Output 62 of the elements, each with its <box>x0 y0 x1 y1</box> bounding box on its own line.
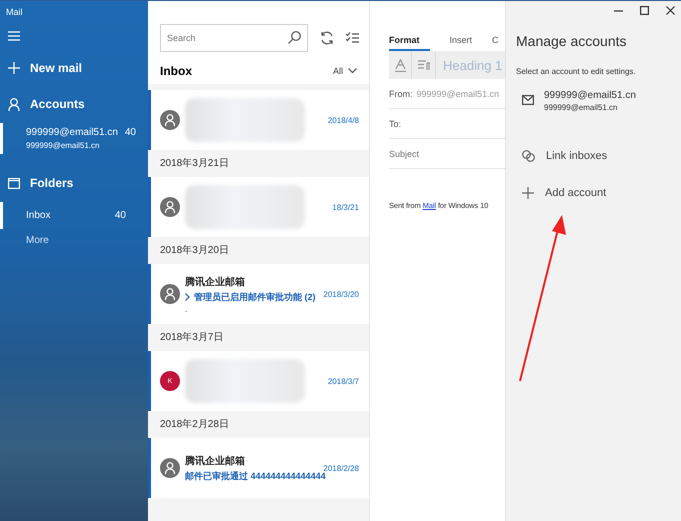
unread-count: 40 <box>124 127 136 140</box>
account-entry[interactable]: 999999@email51.cn 999999@email51.cn <box>516 90 681 112</box>
message-date: 2018/4/8 <box>326 116 359 124</box>
message-date: 2018/2/28 <box>322 464 359 472</box>
account-name: 999999@email51.cn <box>26 127 118 138</box>
search-field[interactable]: Search <box>160 24 308 52</box>
date-header: 2018年2月28日 <box>159 418 230 432</box>
date-header: 2018年3月7日 <box>159 331 224 345</box>
date-header: 2018年3月21日 <box>159 157 230 171</box>
section-heading: Accounts <box>30 97 85 111</box>
linked-circles-icon <box>522 150 535 162</box>
sender-name: 腾讯企业邮箱 <box>185 276 246 288</box>
letter-a-icon <box>394 58 406 72</box>
add-account-button[interactable]: Add account <box>522 187 606 199</box>
select-list-icon[interactable] <box>346 32 359 44</box>
panel-hint: Select an account to edit settings. <box>516 67 637 76</box>
folder-icon <box>8 178 20 188</box>
search-icon <box>288 31 301 44</box>
menu-icon[interactable] <box>8 31 20 41</box>
account-email: 999999@email51.cn <box>544 103 619 112</box>
message-subject: 邮件已审批通过 444444444444444 <box>185 470 326 482</box>
filter-dropdown[interactable]: All <box>332 66 357 76</box>
message-item[interactable]: 腾讯企业邮箱 管理员已启用邮件审批功能 (2) . 2018/3/20 <box>148 264 369 324</box>
plus-icon <box>522 187 534 199</box>
sync-icon[interactable] <box>320 31 334 45</box>
plus-icon <box>8 62 20 74</box>
person-icon <box>165 462 175 474</box>
link-inboxes-button[interactable]: Link inboxes <box>522 150 608 162</box>
message-subject: 管理员已启用邮件审批功能 (2) <box>194 290 316 304</box>
message-date: 18/3/21 <box>331 202 359 212</box>
to-label: To: <box>389 118 402 128</box>
message-item[interactable]: 18/3/21 <box>148 177 369 237</box>
new-mail-button[interactable]: New mail <box>0 61 148 75</box>
ribbon-tab[interactable]: C <box>492 35 499 51</box>
account-email: 999999@email51.cn <box>26 141 101 150</box>
envelope-icon <box>522 95 534 105</box>
ribbon-tab[interactable]: Insert <box>450 35 472 51</box>
chevron-down-icon <box>348 68 357 74</box>
date-header: 2018年3月20日 <box>159 244 230 258</box>
folder-name: Inbox <box>26 210 50 221</box>
panel-title: Manage accounts <box>516 33 628 49</box>
maximize-icon[interactable] <box>640 6 649 15</box>
person-icon <box>165 288 175 300</box>
unread-count: 40 <box>114 210 126 221</box>
more-link[interactable]: More <box>0 229 75 252</box>
section-heading: Folders <box>30 176 74 190</box>
close-icon[interactable] <box>666 6 675 15</box>
window-title: Mail <box>5 6 23 17</box>
from-label: From: <box>389 88 412 98</box>
message-item[interactable]: 腾讯企业邮箱 邮件已审批通过 444444444444444 2018/2/28 <box>148 438 369 498</box>
person-icon <box>8 98 20 110</box>
message-date: 2018/3/7 <box>326 376 359 386</box>
message-preview: . <box>185 304 189 314</box>
message-date: 2018/3/20 <box>322 290 359 298</box>
folder-title: Inbox <box>160 64 192 78</box>
person-icon <box>165 114 175 126</box>
person-icon <box>165 201 175 213</box>
sender-name: 腾讯企业邮箱 <box>185 454 246 468</box>
account-name: 999999@email51.cn <box>544 90 636 101</box>
sender-address: 999999@email51.cn <box>416 88 500 98</box>
message-item[interactable]: 2018/4/8 <box>148 90 369 150</box>
paragraph-icon <box>418 60 430 70</box>
